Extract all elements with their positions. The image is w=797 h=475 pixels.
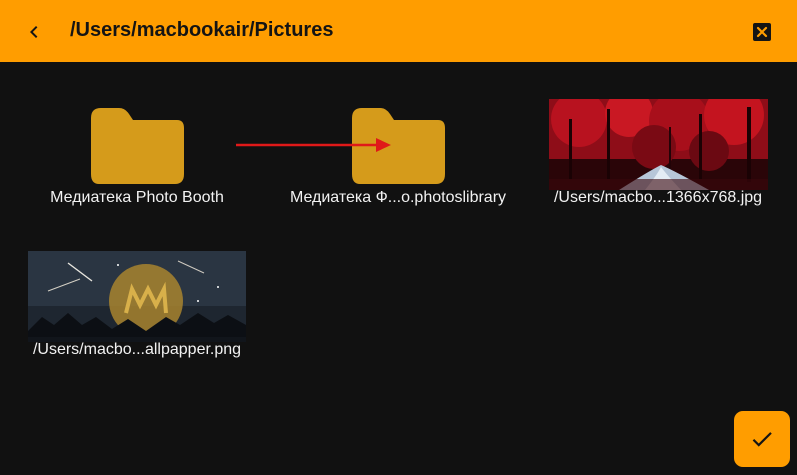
- image-thumbnail: [7, 250, 267, 342]
- grid-item-folder-photoslibrary[interactable]: Медиатека Ф...o.photoslibrary: [268, 98, 528, 228]
- item-label: /Users/macbo...allpapper.png: [32, 341, 242, 358]
- item-label: Медиатека Photo Booth: [50, 189, 224, 206]
- item-label: Медиатека Ф...o.photoslibrary: [289, 189, 507, 206]
- file-picker-window: /Users/macbookair/Pictures Медиатека Pho…: [0, 0, 797, 475]
- close-button[interactable]: [748, 18, 776, 46]
- confirm-button[interactable]: [734, 411, 790, 467]
- header-bar: /Users/macbookair/Pictures: [0, 0, 797, 62]
- grid-item-image-png[interactable]: /Users/macbo...allpapper.png: [7, 250, 267, 380]
- grid-item-folder-photo-booth[interactable]: Медиатека Photo Booth: [7, 98, 267, 228]
- night-mountains-image: [28, 250, 246, 342]
- page-title: /Users/macbookair/Pictures: [70, 19, 334, 41]
- back-button[interactable]: [18, 16, 50, 48]
- red-forest-image: [548, 98, 768, 190]
- close-box-icon: [753, 23, 771, 41]
- item-label: /Users/macbo...1366x768.jpg: [553, 189, 763, 206]
- folder-thumbnail: [7, 98, 267, 190]
- chevron-left-icon: [30, 26, 38, 38]
- checkmark-icon: [752, 432, 772, 447]
- image-thumbnail: [528, 98, 788, 190]
- folder-icon: [91, 108, 184, 184]
- arrow-icon: [236, 138, 391, 152]
- grid-item-image-jpg[interactable]: /Users/macbo...1366x768.jpg: [528, 98, 788, 228]
